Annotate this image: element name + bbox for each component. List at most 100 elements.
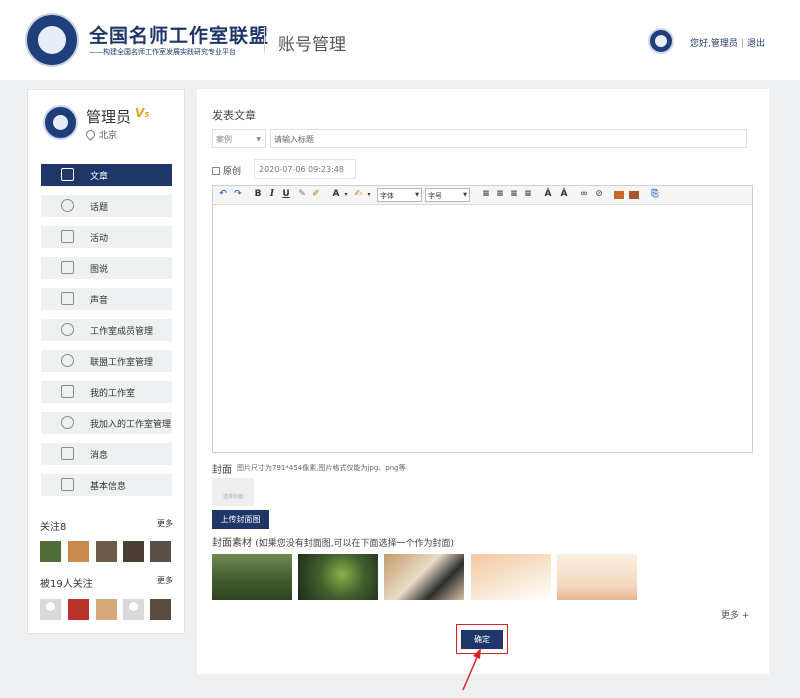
category-value: 案例 <box>216 135 232 144</box>
rich-text-editor[interactable]: ↶ ↷ B I U ✎ ✐ A ▾ ✍ ▾ 字体 ▼ 字号 ▼ ≡ ≡ ≡ ≡ … <box>212 185 753 453</box>
brush-icon[interactable]: ✐ <box>311 189 321 200</box>
shield-icon <box>61 354 74 367</box>
cover-material-image[interactable] <box>471 554 551 600</box>
eraser-icon[interactable]: ✎ <box>297 189 307 200</box>
attachment-icon[interactable]: ⎘ <box>650 189 660 200</box>
profile-avatar[interactable] <box>43 105 78 140</box>
profile-location: 北京 <box>84 128 117 141</box>
align-left-icon[interactable]: ≡ <box>481 189 491 200</box>
cover-hint: 图片尺寸为791*454像素,图片格式仅能为jpg、png等 <box>237 464 406 472</box>
cover-material-image[interactable] <box>298 554 378 600</box>
menu-item-label: 活动 <box>90 234 109 244</box>
following-avatar[interactable] <box>68 541 89 562</box>
bold-button[interactable]: B <box>253 189 263 200</box>
subscript-icon[interactable]: Â <box>559 189 569 200</box>
category-select[interactable]: 案例 ▼ <box>212 129 266 148</box>
following-avatar[interactable] <box>123 541 144 562</box>
caret-down-icon: ▼ <box>256 136 261 143</box>
original-checkbox[interactable] <box>212 166 220 175</box>
logo-title[interactable]: 全国名师工作室联盟 <box>89 21 269 48</box>
font-family-select[interactable]: 字体 ▼ <box>377 188 422 202</box>
dropdown-icon[interactable]: ▾ <box>364 189 374 200</box>
editor-toolbar: ↶ ↷ B I U ✎ ✐ A ▾ ✍ ▾ 字体 ▼ 字号 ▼ ≡ ≡ ≡ ≡ … <box>213 186 752 205</box>
username-link[interactable]: 管理员 <box>711 39 738 49</box>
original-label: 原创 <box>223 167 242 177</box>
following-title: 关注8 <box>40 522 67 533</box>
menu-item-label: 我的工作室 <box>90 389 136 399</box>
link-icon[interactable]: ∞ <box>579 189 589 200</box>
header-user-info: 您好,管理员 | 退出 <box>690 36 765 49</box>
chat-bubble-icon <box>61 199 74 212</box>
user-icon <box>61 323 74 336</box>
menu-item-member-management[interactable]: 工作室成员管理 <box>41 319 172 341</box>
logo-seal-icon[interactable] <box>25 13 79 67</box>
menu-item-label: 消息 <box>90 451 109 461</box>
image-icon <box>61 261 74 274</box>
materials-note: (如果您没有封面图,可以在下面选择一个作为封面) <box>255 539 455 549</box>
cover-placeholder-text: 选择封面 <box>222 494 243 500</box>
menu-item-activity[interactable]: 活动 <box>41 226 172 248</box>
underline-button[interactable]: U <box>281 189 291 200</box>
followers-title: 被19人关注 <box>40 579 93 590</box>
menu-item-article[interactable]: 文章 <box>41 164 172 186</box>
menu-item-basic-info[interactable]: 基本信息 <box>41 474 172 496</box>
top-header: 全国名师工作室联盟 ——构建全国名师工作室发展实践研究专业平台 账号管理 您好,… <box>0 0 800 80</box>
dropdown-icon[interactable]: ▾ <box>341 189 351 200</box>
confirm-button[interactable]: 确定 <box>461 630 503 649</box>
article-icon <box>61 168 74 181</box>
follower-avatar[interactable] <box>150 599 171 620</box>
menu-item-label: 话题 <box>90 203 109 213</box>
header-avatar[interactable] <box>648 28 674 54</box>
menu-item-alliance-management[interactable]: 联盟工作室管理 <box>41 350 172 372</box>
menu-item-audio[interactable]: 声音 <box>41 288 172 310</box>
following-avatar[interactable] <box>40 541 61 562</box>
following-more-link[interactable]: 更多 <box>157 518 173 529</box>
cover-placeholder[interactable]: 选择封面 <box>212 478 254 506</box>
date-field[interactable]: 2020-07-06 09:23:48 <box>254 159 356 179</box>
menu-item-joined-studios[interactable]: 我加入的工作室管理 <box>41 412 172 434</box>
vip-badge: V₅ <box>135 106 150 120</box>
title-input[interactable]: 请输入标题 <box>270 129 747 148</box>
align-center-icon[interactable]: ≡ <box>495 189 505 200</box>
font-color-button[interactable]: A <box>331 189 341 200</box>
following-avatar[interactable] <box>150 541 171 562</box>
font-size-select[interactable]: 字号 ▼ <box>425 188 470 202</box>
upload-cover-button[interactable]: 上传封面图 <box>212 510 269 529</box>
main-panel: 发表文章 案例 ▼ 请输入标题 原创 2020-07-06 09:23:48 ↶… <box>197 89 769 674</box>
highlight-icon[interactable]: ✍ <box>353 189 363 200</box>
flag-icon <box>61 230 74 243</box>
id-card-icon <box>61 478 74 491</box>
media-insert-icon[interactable] <box>629 191 639 199</box>
menu-item-label: 工作室成员管理 <box>90 327 154 337</box>
menu-item-image-story[interactable]: 图说 <box>41 257 172 279</box>
caret-down-icon: ▼ <box>415 192 419 198</box>
logout-link[interactable]: 退出 <box>747 39 765 49</box>
unlink-icon[interactable]: ⊘ <box>594 189 604 200</box>
followers-more-link[interactable]: 更多 <box>157 575 173 586</box>
superscript-icon[interactable]: Â <box>543 189 553 200</box>
cover-label: 封面 <box>212 465 232 476</box>
cover-material-image[interactable] <box>212 554 292 600</box>
more-materials-link[interactable]: 更多 + <box>721 608 749 621</box>
cover-material-image[interactable] <box>384 554 464 600</box>
menu-item-my-studio[interactable]: 我的工作室 <box>41 381 172 403</box>
menu-item-topic[interactable]: 话题 <box>41 195 172 217</box>
align-justify-icon[interactable]: ≡ <box>523 189 533 200</box>
section-title: 发表文章 <box>212 109 256 122</box>
header-divider <box>264 27 265 53</box>
undo-icon[interactable]: ↶ <box>218 189 228 200</box>
menu-item-messages[interactable]: 消息 <box>41 443 172 465</box>
original-option[interactable]: 原创 <box>212 164 241 177</box>
home-icon <box>61 385 74 398</box>
align-right-icon[interactable]: ≡ <box>509 189 519 200</box>
follower-avatar[interactable] <box>40 599 61 620</box>
menu-item-label: 基本信息 <box>90 482 127 492</box>
follower-avatar[interactable] <box>96 599 117 620</box>
image-insert-icon[interactable] <box>614 191 624 199</box>
follower-avatar[interactable] <box>123 599 144 620</box>
following-avatar[interactable] <box>96 541 117 562</box>
italic-button[interactable]: I <box>267 189 277 200</box>
redo-icon[interactable]: ↷ <box>233 189 243 200</box>
cover-material-image[interactable] <box>557 554 637 600</box>
follower-avatar[interactable] <box>68 599 89 620</box>
